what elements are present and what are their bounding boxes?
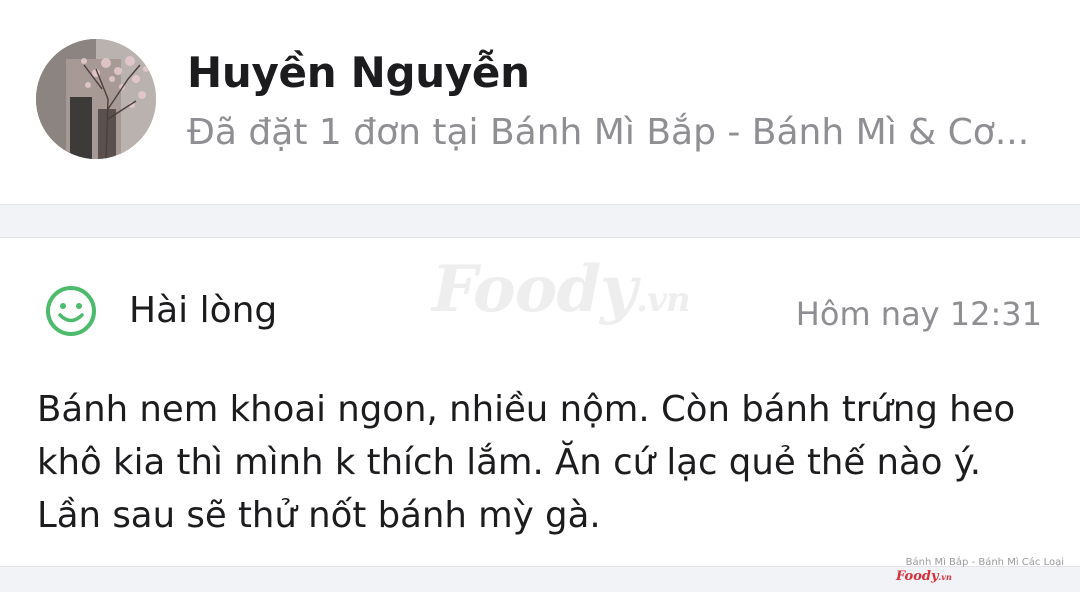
logo-brand: Foody xyxy=(896,569,939,584)
reviewer-header: Huyền Nguyễn Đã đặt 1 đơn tại Bánh Mì Bắ… xyxy=(0,0,1080,204)
review-timestamp: Hôm nay 12:31 xyxy=(795,295,1042,333)
smile-face-icon xyxy=(46,286,96,336)
foody-watermark: Foody.vn xyxy=(432,252,691,327)
section-divider xyxy=(0,204,1080,238)
source-caption: Bánh Mì Bắp - Bánh Mì Các Loại xyxy=(905,557,1064,568)
rating-label: Hài lòng xyxy=(129,290,278,331)
order-info[interactable]: Đã đặt 1 đơn tại Bánh Mì Bắp - Bánh Mì &… xyxy=(187,112,1039,153)
reviewer-name[interactable]: Huyền Nguyễn xyxy=(187,48,530,97)
review-body: Bánh nem khoai ngon, nhiều nộm. Còn bánh… xyxy=(37,389,1016,536)
foody-logo: Foody.vn xyxy=(896,569,952,584)
avatar-photo xyxy=(36,39,156,159)
logo-suffix: .vn xyxy=(938,572,952,582)
avatar[interactable] xyxy=(36,39,156,159)
watermark-brand: Foody xyxy=(432,252,637,327)
watermark-suffix: .vn xyxy=(636,280,690,320)
